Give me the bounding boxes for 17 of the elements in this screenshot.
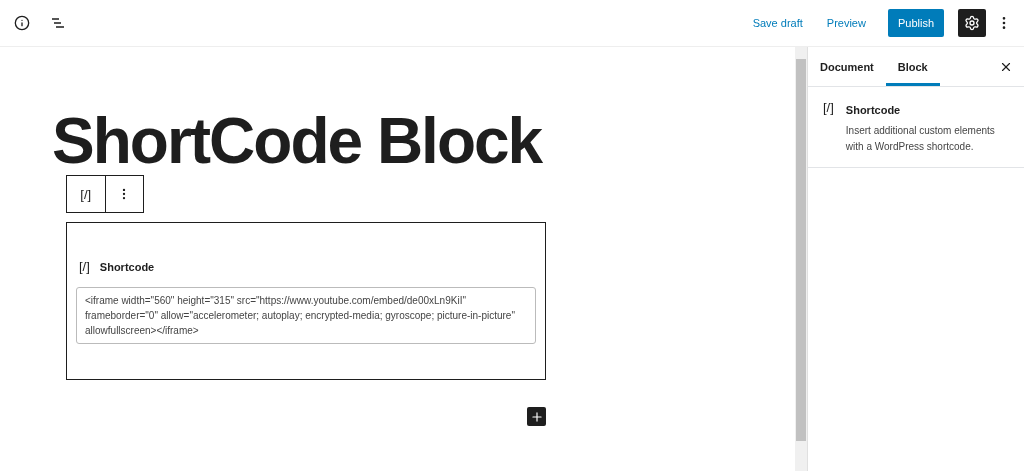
sidebar-tab[interactable]: Document — [808, 47, 886, 86]
plus-icon — [529, 409, 544, 424]
preview-link[interactable]: Preview — [818, 17, 874, 29]
scrollbar-thumb[interactable] — [796, 59, 806, 441]
block-type-button[interactable]: [/] — [67, 176, 105, 212]
sidebar-tab[interactable]: Block — [885, 47, 940, 86]
shortcode-field[interactable]: <iframe width="560" height="315" src="https://www.youtube.com/embed/de00xLn9KiI" frameborder="0" allow="accelerometer; autoplay; encrypted-media; gyroscope; picture-in-picture" allowfullscreen></iframe> — [76, 287, 536, 344]
block-description: Insert additional custom elements with a WordPress shortcode. — [845, 124, 996, 154]
add-block-button[interactable] — [527, 407, 546, 426]
publish-button[interactable]: Publish — [887, 9, 944, 37]
settings-icon[interactable] — [958, 9, 986, 37]
shortcode-glyph: [/] — [79, 259, 90, 274]
block-label: Shortcode — [99, 260, 155, 273]
shortcode-glyph: [/] — [823, 100, 834, 117]
save-draft-link[interactable]: Save draft — [744, 17, 811, 29]
block-name: Shortcode — [845, 104, 901, 116]
post-title[interactable]: ShortCode Block — [52, 105, 795, 177]
